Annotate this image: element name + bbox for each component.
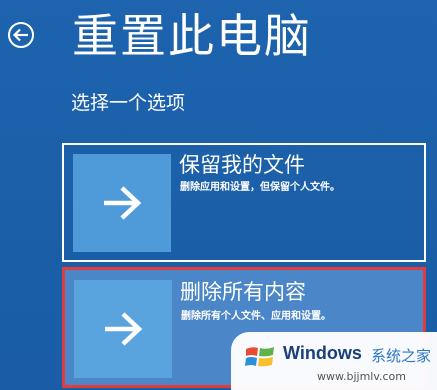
option-tile bbox=[73, 154, 171, 252]
option-title: 删除所有内容 bbox=[180, 280, 306, 304]
reset-pc-screen: 重置此电脑 选择一个选项 保留我的文件 删除应用和设置，但保留个人文件。 删除所… bbox=[0, 0, 437, 390]
option-description: 删除应用和设置，但保留个人文件。 bbox=[180, 182, 340, 193]
choose-option-prompt: 选择一个选项 bbox=[71, 92, 186, 114]
remove-everything-option[interactable]: 删除所有内容 删除所有个人文件、应用和设置。 bbox=[62, 267, 426, 388]
back-button[interactable] bbox=[6, 20, 36, 50]
option-title: 保留我的文件 bbox=[179, 153, 305, 177]
page-title: 重置此电脑 bbox=[72, 9, 312, 63]
option-tile bbox=[74, 280, 172, 378]
right-arrow-icon bbox=[105, 312, 143, 346]
circle-back-arrow-icon bbox=[8, 22, 34, 48]
keep-my-files-option[interactable]: 保留我的文件 删除应用和设置，但保留个人文件。 bbox=[62, 143, 426, 262]
right-arrow-icon bbox=[104, 186, 142, 220]
option-description: 删除所有个人文件、应用和设置。 bbox=[181, 311, 331, 322]
